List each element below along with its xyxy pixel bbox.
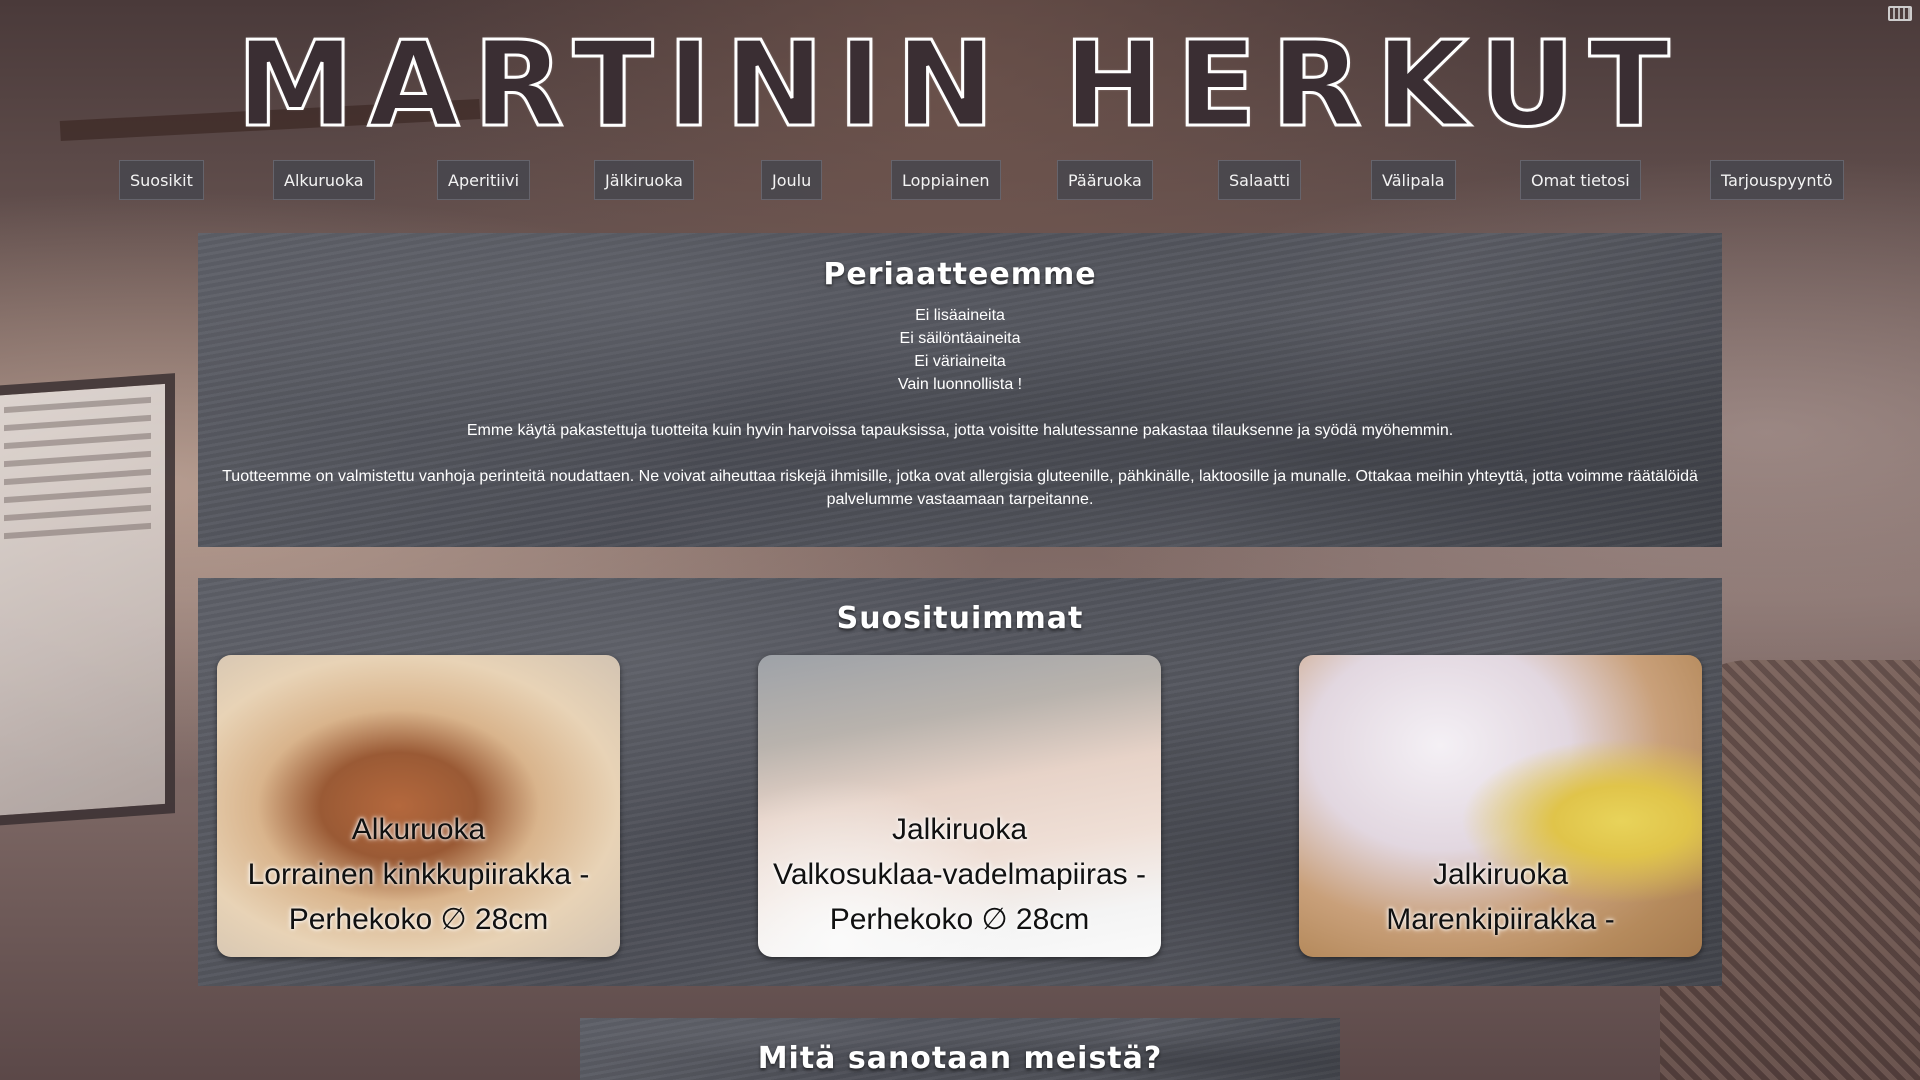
popular-panel: Suosituimmat Alkuruoka Lorrainen kinkkup… — [198, 578, 1722, 986]
product-card-meringue-pie[interactable]: Jalkiruoka Marenkipiirakka - — [1299, 655, 1702, 957]
testimonials-heading: Mitä sanotaan meistä? — [757, 1041, 1163, 1076]
product-category: Jalkiruoka — [891, 813, 1028, 846]
principle-item: Ei lisäaineita — [915, 307, 1005, 324]
principles-list: Ei lisäaineita Ei säilöntäaineita Ei vär… — [198, 304, 1722, 396]
keyboard-icon[interactable] — [1888, 6, 1912, 21]
product-card-quiche-lorraine[interactable]: Alkuruoka Lorrainen kinkkupiirakka - Per… — [217, 655, 620, 957]
product-category: Jalkiruoka — [1432, 858, 1569, 891]
nav-item-loppiainen[interactable]: Loppiainen — [891, 160, 1001, 200]
product-cards: Alkuruoka Lorrainen kinkkupiirakka - Per… — [217, 655, 1703, 957]
nav-item-alkuruoka[interactable]: Alkuruoka — [273, 160, 375, 200]
product-name: Valkosuklaa-vadelmapiiras - — [773, 858, 1146, 891]
nav-item-aperitiivi[interactable]: Aperitiivi — [437, 160, 531, 200]
nav-item-paaruoka[interactable]: Pääruoka — [1057, 160, 1153, 200]
product-name: Lorrainen kinkkupiirakka - — [247, 858, 590, 891]
product-size: Perhekoko ∅ 28cm — [288, 903, 549, 936]
nav-item-valipala[interactable]: Välipala — [1371, 160, 1456, 200]
principle-item: Ei säilöntäaineita — [899, 330, 1021, 347]
nav-item-salaatti[interactable]: Salaatti — [1218, 160, 1302, 200]
principle-item: Ei väriaineita — [914, 353, 1006, 370]
popular-heading: Suosituimmat — [836, 601, 1084, 636]
nav-item-tarjouspyynto[interactable]: Tarjouspyyntö — [1710, 160, 1844, 200]
principle-item: Vain luonnollista ! — [897, 376, 1023, 393]
main-nav: Suosikit Alkuruoka Aperitiivi Jälkiruoka… — [0, 160, 1920, 200]
product-name: Marenkipiirakka - — [1386, 903, 1615, 936]
nav-item-omat-tietosi[interactable]: Omat tietosi — [1520, 160, 1641, 200]
nav-item-suosikit[interactable]: Suosikit — [119, 160, 204, 200]
principles-heading: Periaatteemme — [823, 257, 1097, 292]
allergy-paragraph: Tuotteemme on valmistettu vanhoja perint… — [222, 468, 1698, 508]
site-title[interactable]: MARTININ HERKUT — [0, 24, 1920, 145]
product-size: Perhekoko ∅ 28cm — [829, 903, 1090, 936]
product-category: Alkuruoka — [351, 813, 486, 846]
testimonials-panel: Mitä sanotaan meistä? — [580, 1018, 1340, 1080]
product-card-raspberry-pie[interactable]: Jalkiruoka Valkosuklaa-vadelmapiiras - P… — [758, 655, 1161, 957]
principles-panel: Periaatteemme Ei lisäaineita Ei säilöntä… — [198, 233, 1722, 547]
background-newspaper-frame — [0, 373, 175, 827]
nav-item-jalkiruoka[interactable]: Jälkiruoka — [594, 160, 694, 200]
frozen-products-paragraph: Emme käytä pakastettuja tuotteita kuin h… — [466, 422, 1454, 439]
nav-item-joulu[interactable]: Joulu — [761, 160, 823, 200]
